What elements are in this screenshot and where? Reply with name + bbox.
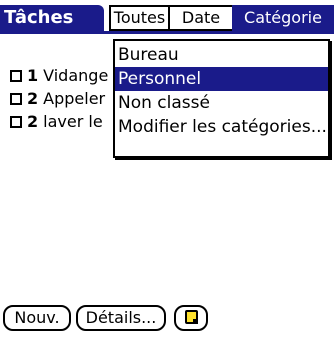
details-button[interactable]: Détails... <box>76 305 166 331</box>
category-dropdown-menu: Bureau Personnel Non classé Modifier les… <box>113 39 330 158</box>
task-checkbox[interactable] <box>10 93 22 105</box>
menu-item-non-classe[interactable]: Non classé <box>115 91 328 115</box>
note-icon <box>184 310 198 324</box>
note-button[interactable] <box>174 305 208 331</box>
app-title: Tâches <box>0 5 104 31</box>
menu-item-personnel[interactable]: Personnel <box>115 67 328 91</box>
task-checkbox[interactable] <box>10 70 22 82</box>
tab-date[interactable]: Date <box>168 5 234 31</box>
task-text[interactable]: Appeler <box>43 89 105 108</box>
task-priority[interactable]: 1 <box>27 66 38 85</box>
title-divider <box>0 31 334 34</box>
task-priority[interactable]: 2 <box>27 89 38 108</box>
tasks-screen: Tâches Toutes Date Catégorie 1 Vidange 2A… <box>0 0 334 337</box>
new-button[interactable]: Nouv. <box>3 305 71 331</box>
task-checkbox[interactable] <box>10 116 22 128</box>
task-text[interactable]: laver le <box>43 112 103 131</box>
tab-all[interactable]: Toutes <box>109 5 170 31</box>
task-row[interactable]: 1 Vidange <box>10 66 120 86</box>
menu-item-edit-categories[interactable]: Modifier les catégories... <box>115 115 328 139</box>
task-row[interactable]: 2 laver le <box>10 112 120 132</box>
task-priority[interactable]: 2 <box>27 112 38 131</box>
tab-category[interactable]: Catégorie <box>232 5 334 31</box>
task-text[interactable]: Vidange <box>43 66 108 85</box>
task-row[interactable]: 2 Appeler <box>10 89 120 109</box>
menu-item-bureau[interactable]: Bureau <box>115 43 328 67</box>
